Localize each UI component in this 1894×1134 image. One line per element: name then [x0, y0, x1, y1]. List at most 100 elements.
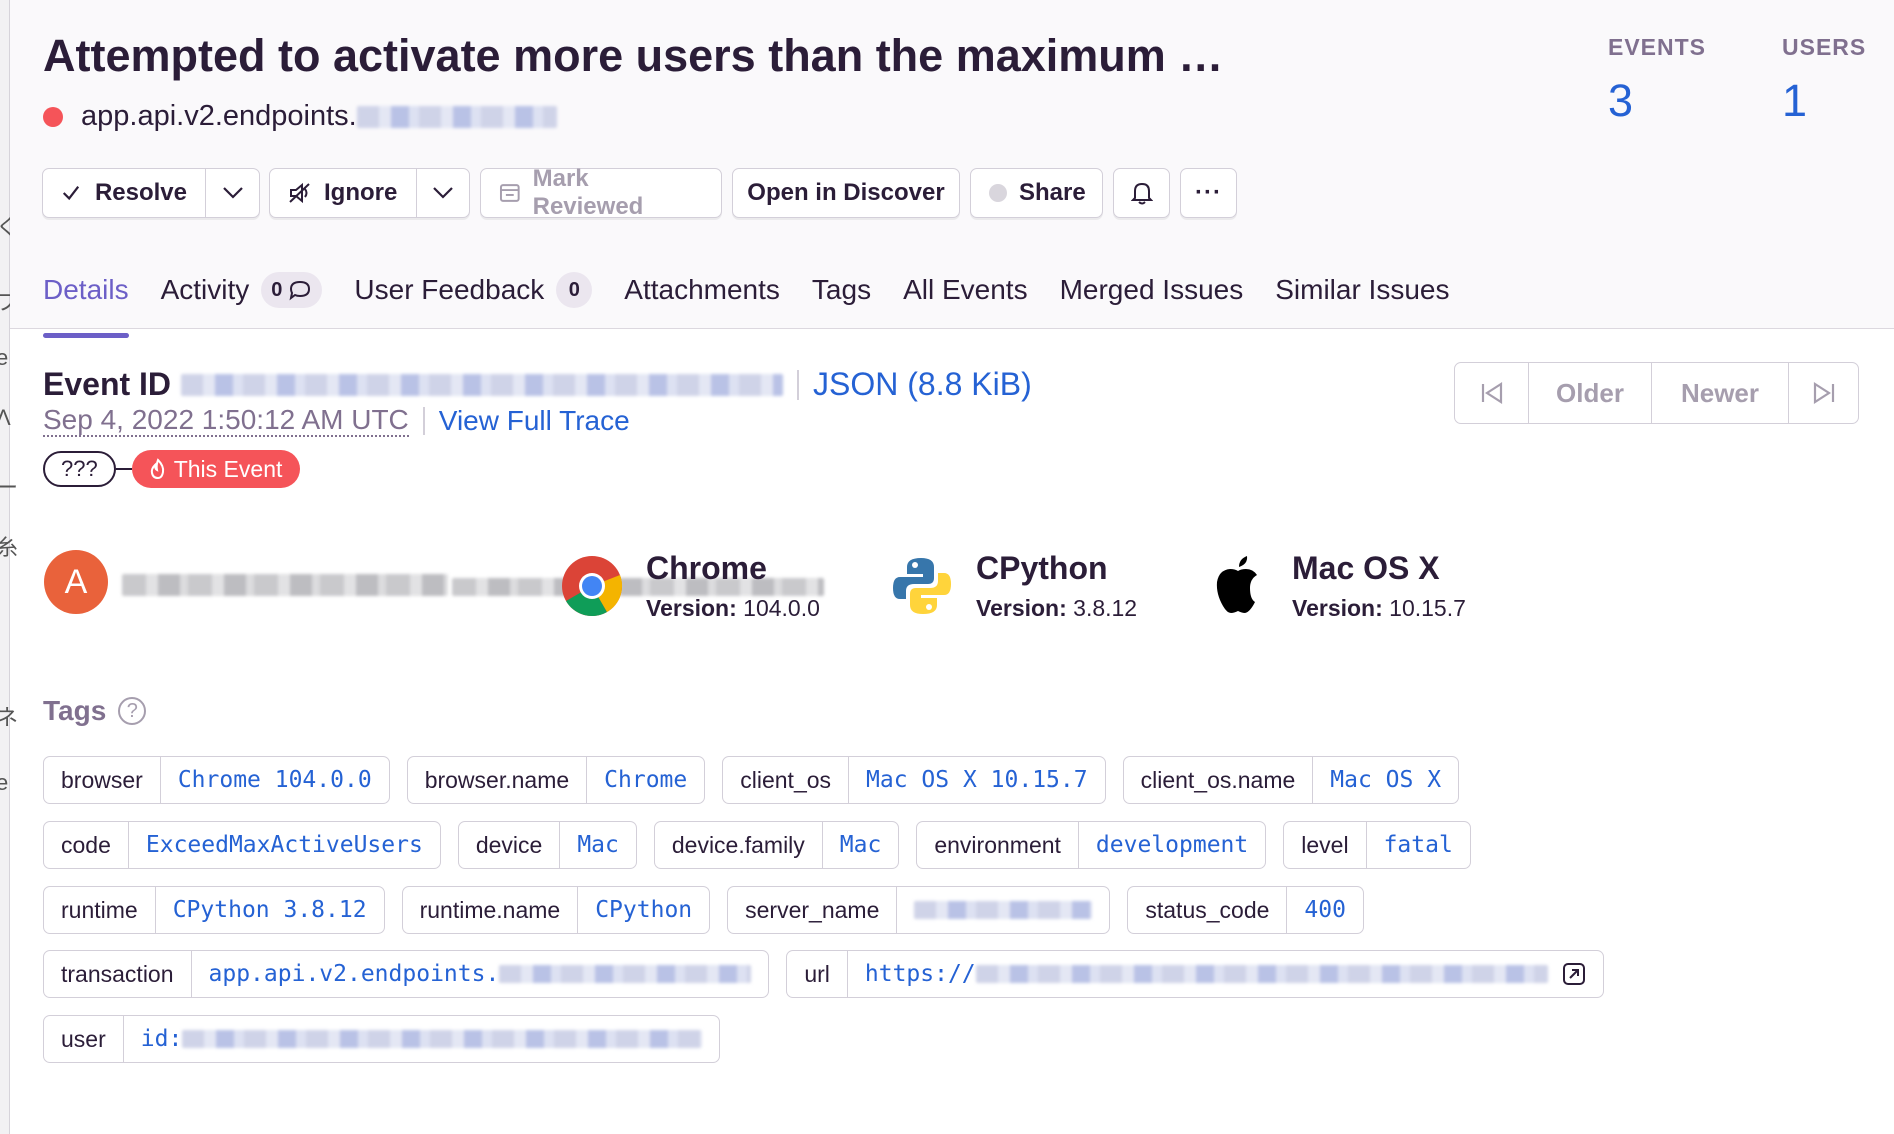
- divider: [797, 369, 800, 400]
- resolve-dropdown[interactable]: [205, 169, 259, 217]
- share-status-dot: [989, 184, 1007, 202]
- tag-value[interactable]: Mac OS X 10.15.7: [849, 757, 1105, 803]
- tab-merged-issues[interactable]: Merged Issues: [1060, 266, 1244, 314]
- tag-key: client_os.name: [1124, 757, 1314, 803]
- mark-reviewed-button[interactable]: Mark Reviewed: [480, 165, 722, 220]
- runtime-name: CPython: [976, 550, 1108, 586]
- tag-value[interactable]: Mac: [560, 822, 636, 868]
- users-label: USERS: [1782, 34, 1867, 60]
- ignore-button[interactable]: Ignore: [270, 169, 416, 217]
- redacted-user-name: [122, 573, 448, 596]
- ellipsis-icon: ···: [1195, 179, 1222, 206]
- issue-title: Attempted to activate more users than th…: [43, 30, 1224, 81]
- transaction-value-text: app.api.v2.endpoints.: [208, 961, 500, 987]
- chrome-icon: [562, 556, 623, 617]
- tag-value[interactable]: [897, 887, 1109, 933]
- tag-runtime-name[interactable]: runtime.name CPython: [401, 886, 711, 934]
- tag-value[interactable]: app.api.v2.endpoints.: [192, 951, 769, 997]
- level-indicator: [43, 106, 63, 127]
- tag-value[interactable]: CPython 3.8.12: [156, 887, 384, 933]
- tab-tags[interactable]: Tags: [812, 266, 871, 314]
- fire-icon: [150, 458, 164, 480]
- tag-environment[interactable]: environment development: [916, 821, 1267, 869]
- users-stat[interactable]: USERS 1: [1782, 34, 1866, 127]
- tag-server-name[interactable]: server_name: [727, 886, 1111, 934]
- tag-user[interactable]: user id:: [43, 1015, 721, 1063]
- inbox-icon: [499, 184, 520, 202]
- event-pager: Older Newer: [1454, 362, 1859, 424]
- resolve-button[interactable]: Resolve: [43, 169, 205, 217]
- older-event-button[interactable]: Older: [1529, 363, 1652, 423]
- oldest-event-button[interactable]: [1455, 363, 1529, 423]
- tag-device-family[interactable]: device.family Mac: [653, 821, 900, 869]
- tag-browser-name[interactable]: browser.name Chrome: [406, 756, 706, 804]
- browser-version-row: Version: 104.0.0: [646, 595, 820, 622]
- bell-icon: [1130, 182, 1153, 205]
- tag-device[interactable]: device Mac: [457, 821, 637, 869]
- tab-attachments[interactable]: Attachments: [624, 266, 780, 314]
- tag-code[interactable]: code ExceedMaxActiveUsers: [43, 821, 441, 869]
- trace-timeline: ??? This Event: [43, 450, 301, 488]
- share-label: Share: [1019, 179, 1086, 206]
- tag-value[interactable]: Chrome 104.0.0: [161, 757, 389, 803]
- resolve-label: Resolve: [94, 179, 187, 206]
- culprit-text: app.api.v2.endpoints.: [81, 100, 357, 132]
- trace-unknown-node[interactable]: ???: [43, 451, 116, 487]
- view-full-trace-link[interactable]: View Full Trace: [439, 405, 630, 437]
- tag-value[interactable]: Mac OS X: [1313, 757, 1458, 803]
- tag-value[interactable]: fatal: [1367, 822, 1470, 868]
- tab-all-events[interactable]: All Events: [903, 266, 1028, 314]
- help-icon[interactable]: ?: [118, 697, 147, 725]
- tag-key: device.family: [655, 822, 823, 868]
- resolve-button-group: Resolve: [42, 168, 260, 218]
- events-stat[interactable]: EVENTS 3: [1608, 34, 1706, 127]
- tag-value[interactable]: ExceedMaxActiveUsers: [129, 822, 440, 868]
- tag-value[interactable]: CPython: [578, 887, 709, 933]
- subscribe-button[interactable]: [1113, 168, 1170, 218]
- tag-value[interactable]: 400: [1287, 887, 1363, 933]
- tag-client-os-name[interactable]: client_os.name Mac OS X: [1122, 756, 1460, 804]
- external-link-icon[interactable]: [1562, 962, 1586, 986]
- tag-key: url: [787, 951, 848, 997]
- tag-value[interactable]: Chrome: [587, 757, 704, 803]
- share-button[interactable]: Share: [970, 168, 1103, 218]
- runtime-details: CPython Version: 3.8.12: [976, 550, 1137, 622]
- ignore-dropdown[interactable]: [416, 169, 469, 217]
- tag-key: level: [1284, 822, 1367, 868]
- tab-details[interactable]: Details: [43, 266, 129, 338]
- open-in-discover-button[interactable]: Open in Discover: [732, 168, 960, 218]
- events-count[interactable]: 3: [1608, 75, 1706, 127]
- issue-tabs: Details Activity 0 User Feedback 0 Attac…: [43, 266, 1481, 338]
- tag-client-os[interactable]: client_os Mac OS X 10.15.7: [722, 756, 1106, 804]
- runtime-version-label: Version:: [976, 595, 1067, 621]
- this-event-node[interactable]: This Event: [131, 450, 301, 488]
- json-link[interactable]: JSON (8.8 KiB): [813, 366, 1032, 403]
- tag-key: environment: [917, 822, 1079, 868]
- more-actions-button[interactable]: ···: [1180, 168, 1237, 218]
- avatar: A: [44, 550, 108, 614]
- newer-event-button[interactable]: Newer: [1652, 363, 1789, 423]
- skip-last-icon: [1813, 382, 1834, 404]
- tag-transaction[interactable]: transaction app.api.v2.endpoints.: [43, 950, 770, 998]
- tags-title-text: Tags: [43, 695, 107, 726]
- tag-value[interactable]: id:: [124, 1016, 720, 1062]
- tag-value[interactable]: https://: [848, 951, 1603, 997]
- newest-event-button[interactable]: [1789, 363, 1858, 423]
- open-in-discover-label: Open in Discover: [747, 179, 945, 206]
- tab-similar-issues-label: Similar Issues: [1275, 274, 1450, 305]
- tag-status-code[interactable]: status_code 400: [1127, 886, 1364, 934]
- tab-similar-issues[interactable]: Similar Issues: [1275, 266, 1449, 314]
- tag-level[interactable]: level fatal: [1283, 821, 1471, 869]
- users-count[interactable]: 1: [1782, 75, 1866, 127]
- tag-key: runtime: [44, 887, 156, 933]
- tag-runtime[interactable]: runtime CPython 3.8.12: [43, 886, 385, 934]
- tag-value[interactable]: Mac: [823, 822, 899, 868]
- tag-url[interactable]: url https://: [786, 950, 1604, 998]
- tag-key: user: [44, 1016, 124, 1062]
- tag-value[interactable]: development: [1079, 822, 1265, 868]
- event-timestamp: Sep 4, 2022 1:50:12 AM UTC: [43, 404, 409, 437]
- tab-activity[interactable]: Activity 0: [161, 266, 323, 314]
- tag-browser[interactable]: browser Chrome 104.0.0: [43, 756, 390, 804]
- browser-name: Chrome: [646, 550, 767, 586]
- tab-user-feedback[interactable]: User Feedback 0: [354, 266, 593, 314]
